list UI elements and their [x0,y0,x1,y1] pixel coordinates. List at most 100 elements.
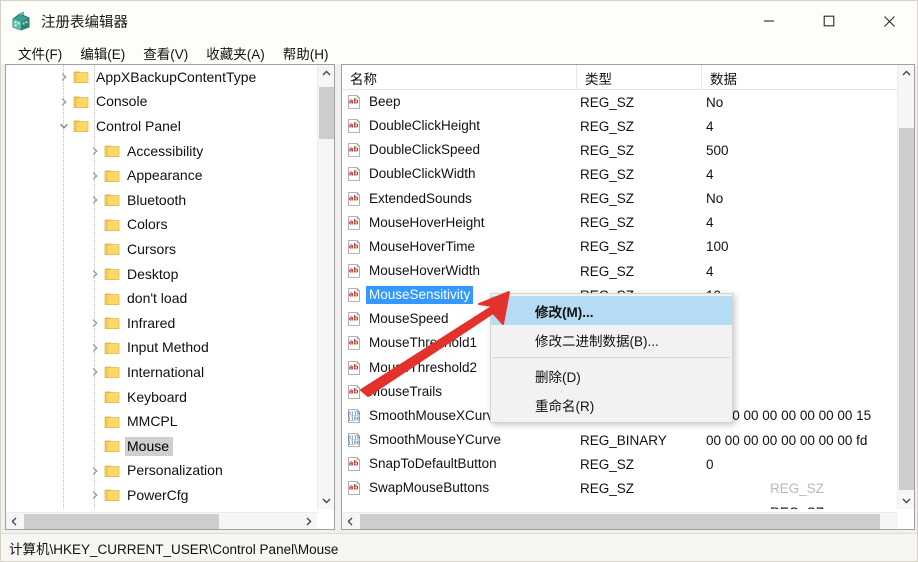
chevron-right-icon[interactable] [87,364,103,380]
chevron-right-icon[interactable] [87,315,103,331]
chevron-right-icon[interactable] [87,143,103,159]
tree-scrollbar-thumb[interactable] [319,87,334,139]
chevron-right-icon[interactable] [56,69,72,85]
menu-favorites[interactable]: 收藏夹(A) [197,41,274,65]
value-data-cell: 4 [706,166,714,182]
tree-node-infrared[interactable]: Infrared [6,311,317,336]
chevron-down-icon[interactable] [56,118,72,134]
list-scrollbar-thumb[interactable] [899,128,914,490]
tree-node-console[interactable]: Console [6,90,317,115]
tree-scroll-down-button[interactable] [318,492,334,509]
tree-node-personalization[interactable]: Personalization [6,459,317,484]
tree-node-appearance[interactable]: Appearance [6,163,317,188]
minimize-button[interactable] [739,1,799,41]
folder-icon [103,438,121,454]
chevron-right-icon[interactable] [56,94,72,110]
tree-scroll-right-button[interactable] [300,513,317,529]
tree-node-appxbackupcontenttype[interactable]: AppXBackupContentType [6,65,317,90]
list-scroll-down-button[interactable] [898,492,914,509]
svg-text:ab: ab [349,146,359,154]
value-name: MouseThreshold1 [369,335,478,351]
table-row[interactable]: ab DoubleClickWidth REG_SZ 4 [342,162,898,186]
tree-horizontal-scrollbar[interactable] [6,512,317,529]
folder-icon [103,291,121,307]
tree-hscrollbar-thumb[interactable] [24,514,219,529]
value-name-cell: ab SnapToDefaultButton [346,452,500,476]
value-name-cell: ab MouseThreshold1 [346,331,480,355]
table-row[interactable]: 0110 1100 SmoothMouseYCurve REG_BINARY 00 00… [342,428,898,452]
status-path: 计算机\HKEY_CURRENT_USER\Control Panel\Mous… [9,541,339,557]
tree-scroll-left-button[interactable] [6,513,23,529]
value-name: MouseHoverWidth [369,263,481,279]
menu-file[interactable]: 文件(F) [9,41,71,65]
tree-node-cursors[interactable]: Cursors [6,237,317,262]
chevron-right-icon[interactable] [87,168,103,184]
menu-help[interactable]: 帮助(H) [274,41,338,65]
table-row[interactable]: ab MouseHoverTime REG_SZ 100 [342,235,898,259]
table-row[interactable]: ab Beep REG_SZ No [342,90,898,114]
table-row[interactable]: ab SwapMouseButtons REG_SZ [342,476,898,500]
tree-node-label: Input Method [127,339,209,356]
value-name-cell: ab Beep [346,90,404,114]
tree-node-mouse[interactable]: Mouse [6,434,317,459]
value-name: SwapMouseButtons [369,480,490,496]
value-name: MouseThreshold2 [369,359,478,375]
menu-edit[interactable]: 编辑(E) [71,41,134,65]
table-row[interactable]: ab MouseHoverWidth REG_SZ 4 [342,259,898,283]
tree-node-desktop[interactable]: Desktop [6,262,317,287]
column-header-name[interactable]: 名称 [342,65,577,90]
context-menu-item-0[interactable]: 修改(M)... [491,296,732,325]
string-value-icon: ab [346,166,362,182]
context-menu-item-2[interactable]: 删除(D) [491,361,732,390]
list-scroll-left-button[interactable] [342,513,359,529]
chevron-right-icon[interactable] [87,463,103,479]
tree-node-label: MMCPL [127,413,178,430]
chevron-right-icon[interactable] [87,487,103,503]
svg-text:ab: ab [349,218,359,226]
table-row[interactable]: ab DoubleClickSpeed REG_SZ 500 [342,138,898,162]
tree-node-accessibility[interactable]: Accessibility [6,139,317,164]
maximize-button[interactable] [799,1,859,41]
column-header-type[interactable]: 类型 [577,65,702,90]
registry-tree[interactable]: AppXBackupContentType Console Control Pane… [6,65,317,509]
column-header-data[interactable]: 数据 [702,65,898,90]
value-type-cell: REG_SZ [580,215,635,231]
string-value-icon: ab [346,215,362,231]
tree-node-international[interactable]: International [6,360,317,385]
table-row[interactable]: ab MouseHoverHeight REG_SZ 4 [342,211,898,235]
value-type-cell: REG_SZ [580,263,635,279]
tree-scroll-up-button[interactable] [318,65,334,82]
svg-text:ab: ab [349,194,359,202]
table-row[interactable]: ab SnapToDefaultButton REG_SZ 0 [342,452,898,476]
tree-node-powercfg[interactable]: PowerCfg [6,483,317,508]
chevron-right-icon[interactable] [87,192,103,208]
tree-node-input-method[interactable]: Input Method [6,336,317,361]
tree-node-don-t-load[interactable]: don't load [6,286,317,311]
context-menu-item-3[interactable]: 重命名(R) [491,390,732,419]
chevron-right-icon[interactable] [87,266,103,282]
context-menu-item-1[interactable]: 修改二进制数据(B)... [491,325,732,354]
close-button[interactable] [859,1,917,41]
chevron-right-icon[interactable] [87,340,103,356]
list-horizontal-scrollbar[interactable] [342,512,898,529]
tree-node-colors[interactable]: Colors [6,213,317,238]
tree-node-label: Colors [127,216,168,233]
list-vertical-scrollbar[interactable] [897,65,914,509]
list-scroll-up-button[interactable] [898,65,914,82]
tree-node-mmcpl[interactable]: MMCPL [6,409,317,434]
tree-node-quick-actions[interactable]: Quick Actions [6,508,317,509]
tree-vertical-scrollbar[interactable] [317,65,334,509]
table-row[interactable]: ab DoubleClickHeight REG_SZ 4 [342,114,898,138]
folder-icon [103,241,121,257]
tree-node-keyboard[interactable]: Keyboard [6,385,317,410]
value-context-menu[interactable]: 修改(M)... 修改二进制数据(B)... 删除(D) 重命名(R) [490,293,733,423]
table-row[interactable]: ab ExtendedSounds REG_SZ No [342,187,898,211]
string-value-icon: ab [346,360,362,376]
tree-node-control-panel[interactable]: Control Panel [6,114,317,139]
menu-view[interactable]: 查看(V) [134,41,197,65]
list-hscrollbar-thumb[interactable] [360,514,880,529]
value-data-cell: No [706,191,724,207]
tree-node-bluetooth[interactable]: Bluetooth [6,188,317,213]
status-bar: 计算机\HKEY_CURRENT_USER\Control Panel\Mous… [1,533,917,561]
value-name: SnapToDefaultButton [369,456,497,472]
